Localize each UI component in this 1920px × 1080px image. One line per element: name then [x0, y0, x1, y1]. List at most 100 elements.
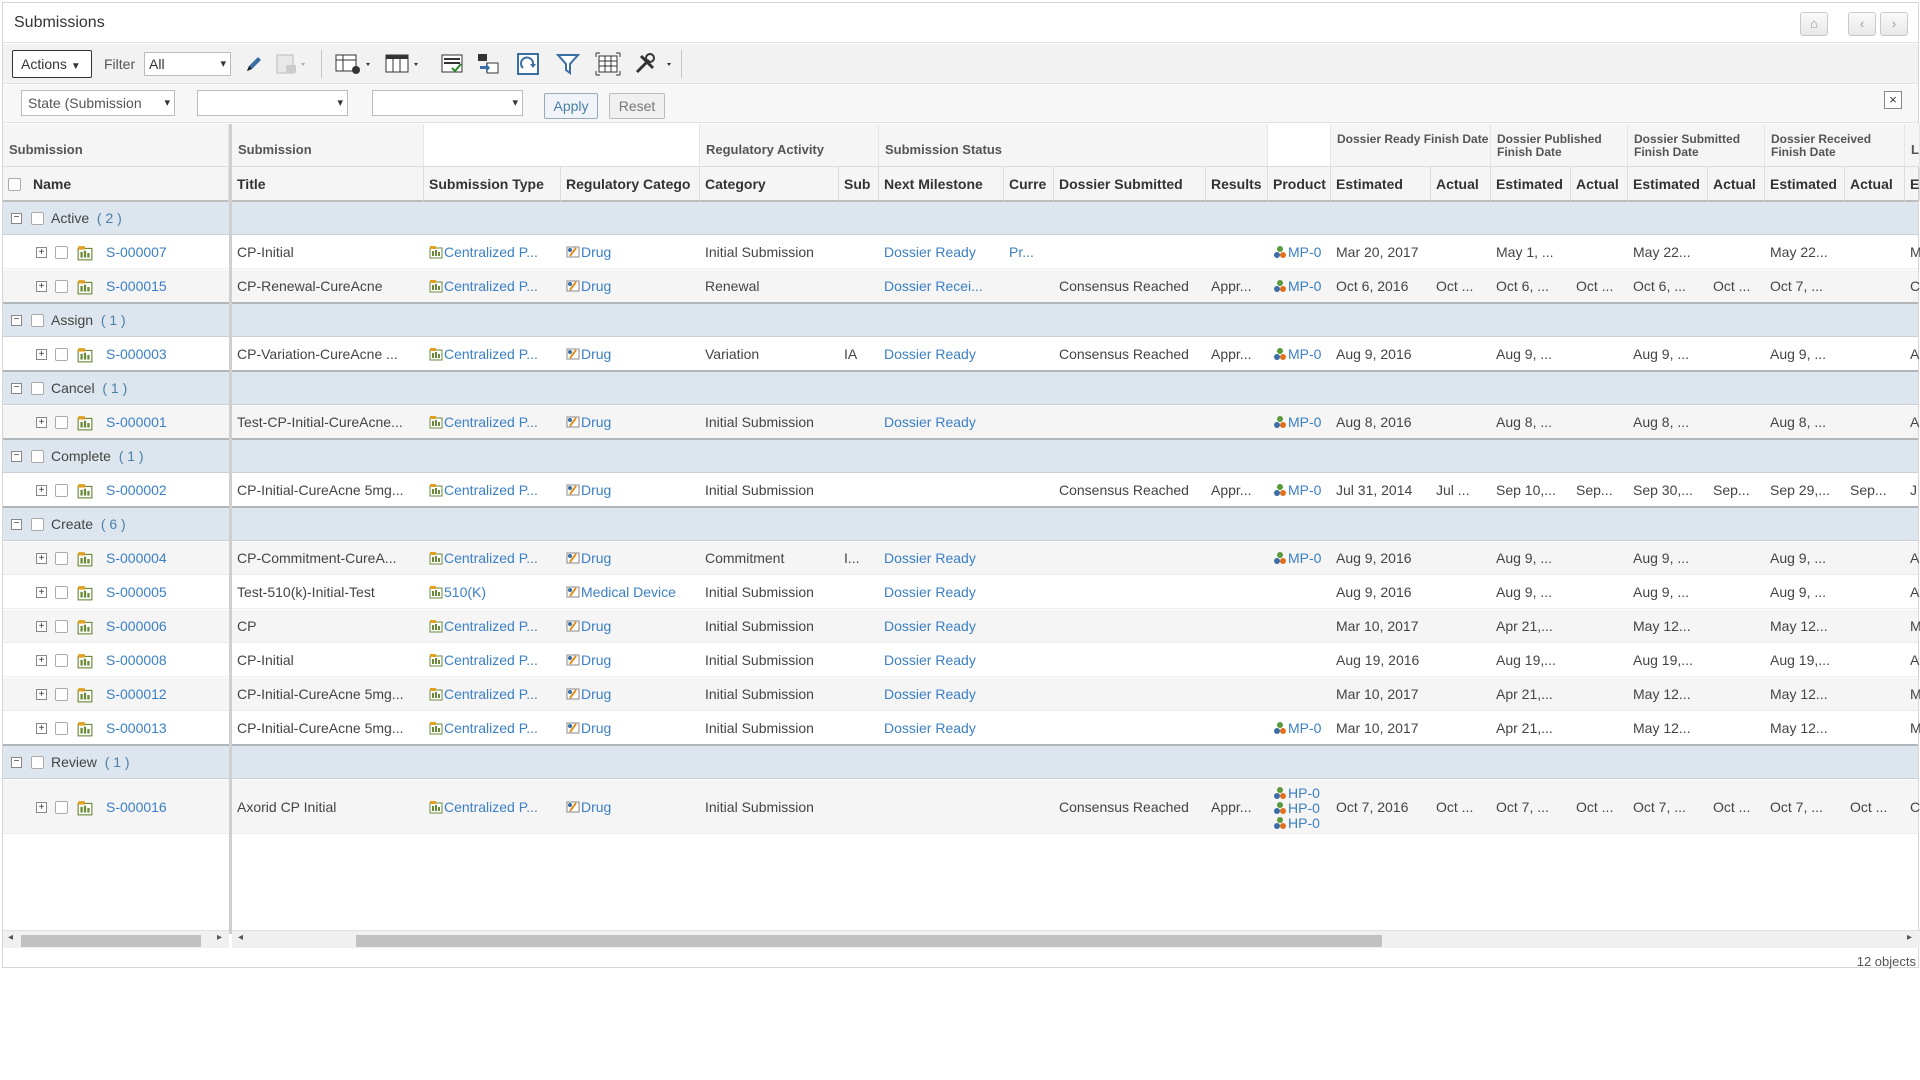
submission-name-link[interactable]: S-000003: [101, 338, 226, 371]
group-header[interactable]: − Assign ( 1 ): [3, 304, 1918, 337]
home-button[interactable]: ⌂: [1800, 12, 1828, 36]
cell-regcat-text[interactable]: Medical Device: [581, 584, 676, 600]
refresh-button[interactable]: [515, 52, 541, 76]
state-select[interactable]: State (Submission: [21, 90, 175, 116]
cell-type[interactable]: Centralized P...: [424, 474, 561, 507]
cell-product-text[interactable]: MP-0: [1288, 278, 1321, 294]
tools-menu-button[interactable]: [633, 52, 675, 76]
col-name[interactable]: Name: [28, 167, 229, 201]
table-row[interactable]: + S-000012 CP-Initial-CureAcne 5mg... Centr…: [3, 678, 1920, 711]
col-estimated-submitted[interactable]: Estimated: [1628, 167, 1708, 201]
col-regulatory-category[interactable]: Regulatory Catego: [561, 167, 700, 201]
table-views-button[interactable]: [383, 52, 423, 76]
table-row[interactable]: + S-000001 Test-CP-Initial-CureAcne... Cent…: [3, 406, 1919, 439]
cell-product[interactable]: MP-0: [1268, 236, 1331, 269]
cell-next[interactable]: Dossier Ready: [879, 406, 1004, 439]
row-checkbox[interactable]: [55, 246, 68, 259]
cell-type-text[interactable]: Centralized P...: [444, 799, 538, 815]
cell-next-text[interactable]: Dossier Ready: [884, 618, 976, 634]
expand-row-icon[interactable]: +: [36, 587, 47, 598]
col-title[interactable]: Title: [232, 167, 424, 201]
cell-product-text[interactable]: MP-0: [1288, 550, 1321, 566]
cell-regcat-text[interactable]: Drug: [581, 244, 611, 260]
cell-product-text[interactable]: MP-0: [1288, 414, 1321, 430]
cell-regcat-text[interactable]: Drug: [581, 618, 611, 634]
cell-product[interactable]: MP-0: [1268, 474, 1331, 507]
group-header[interactable]: − Cancel ( 1 ): [3, 372, 1918, 405]
cell-next[interactable]: Dossier Ready: [879, 338, 1004, 371]
cell-type[interactable]: Centralized P...: [424, 610, 561, 643]
cell-type-text[interactable]: Centralized P...: [444, 414, 538, 430]
group-checkbox[interactable]: [31, 314, 44, 327]
col-sub[interactable]: Sub: [839, 167, 879, 201]
expand-row-icon[interactable]: +: [36, 723, 47, 734]
row-checkbox[interactable]: [55, 348, 68, 361]
cell-type[interactable]: Centralized P...: [424, 236, 561, 269]
cell-regcat-text[interactable]: Drug: [581, 346, 611, 362]
group-header[interactable]: − Complete ( 1 ): [3, 440, 1918, 473]
cell-type-text[interactable]: 510(K): [444, 584, 486, 600]
scroll-left-icon[interactable]: ◂: [8, 932, 13, 943]
expand-row-icon[interactable]: +: [36, 349, 47, 360]
table-row[interactable]: + S-000008 CP-Initial Centralized P... Drug I…: [3, 644, 1919, 677]
cell-type[interactable]: Centralized P...: [424, 791, 561, 824]
cell-type-text[interactable]: Centralized P...: [444, 550, 538, 566]
submission-name-link[interactable]: S-000004: [101, 542, 226, 575]
cell-next-text[interactable]: Dossier Recei...: [884, 278, 983, 294]
cell-product-text[interactable]: MP-0: [1288, 720, 1321, 736]
col-dossier-submitted[interactable]: Dossier Submitted: [1054, 167, 1206, 201]
cell-next[interactable]: Dossier Ready: [879, 610, 1004, 643]
cell-next-text[interactable]: Dossier Ready: [884, 346, 976, 362]
col-category[interactable]: Category: [700, 167, 839, 201]
col-next-milestone[interactable]: Next Milestone: [879, 167, 1004, 201]
cell-next[interactable]: [879, 791, 1004, 824]
cell-next[interactable]: Dossier Ready: [879, 542, 1004, 575]
cell-regcat-text[interactable]: Drug: [581, 799, 611, 815]
expand-row-icon[interactable]: +: [36, 281, 47, 292]
cell-regcat[interactable]: Drug: [561, 610, 700, 643]
cell-regcat[interactable]: Drug: [561, 791, 700, 824]
cell-type-text[interactable]: Centralized P...: [444, 244, 538, 260]
cell-type[interactable]: Centralized P...: [424, 338, 561, 371]
cell-next[interactable]: [879, 474, 1004, 507]
expand-row-icon[interactable]: +: [36, 417, 47, 428]
frozen-scroll-thumb[interactable]: [21, 935, 201, 947]
cell-type-text[interactable]: Centralized P...: [444, 482, 538, 498]
apply-button[interactable]: Apply: [544, 93, 598, 119]
cell-product[interactable]: MP-0: [1268, 406, 1331, 439]
col-current[interactable]: Curre: [1004, 167, 1054, 201]
table-row[interactable]: + S-000003 CP-Variation-CureAcne ... Centra…: [3, 338, 1919, 371]
cell-regcat[interactable]: Drug: [561, 338, 700, 371]
group-checkbox[interactable]: [31, 382, 44, 395]
forward-button[interactable]: ›: [1880, 12, 1908, 36]
group-checkbox[interactable]: [31, 450, 44, 463]
cell-product[interactable]: MP-0: [1268, 542, 1331, 575]
cell-next-text[interactable]: Dossier Ready: [884, 244, 976, 260]
table-row[interactable]: + S-000007 CP-Initial Centralized P... Drug I…: [3, 236, 1920, 269]
col-product[interactable]: Product: [1268, 167, 1331, 201]
cell-product[interactable]: HP-0: [1268, 814, 1331, 832]
cell-current[interactable]: [1004, 542, 1054, 575]
reset-button[interactable]: Reset: [609, 93, 665, 119]
group-checkbox[interactable]: [31, 212, 44, 225]
cell-regcat[interactable]: Medical Device: [561, 576, 700, 609]
col-actual-ready[interactable]: Actual: [1431, 167, 1491, 201]
expand-row-icon[interactable]: +: [36, 553, 47, 564]
row-checkbox[interactable]: [55, 586, 68, 599]
row-checkbox[interactable]: [55, 416, 68, 429]
cell-type-text[interactable]: Centralized P...: [444, 686, 538, 702]
new-document-button[interactable]: [273, 52, 309, 76]
table-row[interactable]: + S-000005 Test-510(k)-Initial-Test 510(K) M…: [3, 576, 1919, 609]
cell-regcat-text[interactable]: Drug: [581, 720, 611, 736]
expand-row-icon[interactable]: +: [36, 655, 47, 666]
cell-product[interactable]: MP-0: [1268, 712, 1331, 745]
row-checkbox[interactable]: [55, 688, 68, 701]
expand-row-icon[interactable]: +: [36, 689, 47, 700]
cell-current-text[interactable]: Pr...: [1009, 244, 1034, 260]
submission-name-link[interactable]: S-000005: [101, 576, 226, 609]
cell-regcat[interactable]: Drug: [561, 270, 700, 303]
table-row[interactable]: + S-000013 CP-Initial-CureAcne 5mg... Centr…: [3, 712, 1920, 745]
cell-current[interactable]: [1004, 576, 1054, 609]
row-checkbox[interactable]: [55, 620, 68, 633]
cell-type-text[interactable]: Centralized P...: [444, 720, 538, 736]
